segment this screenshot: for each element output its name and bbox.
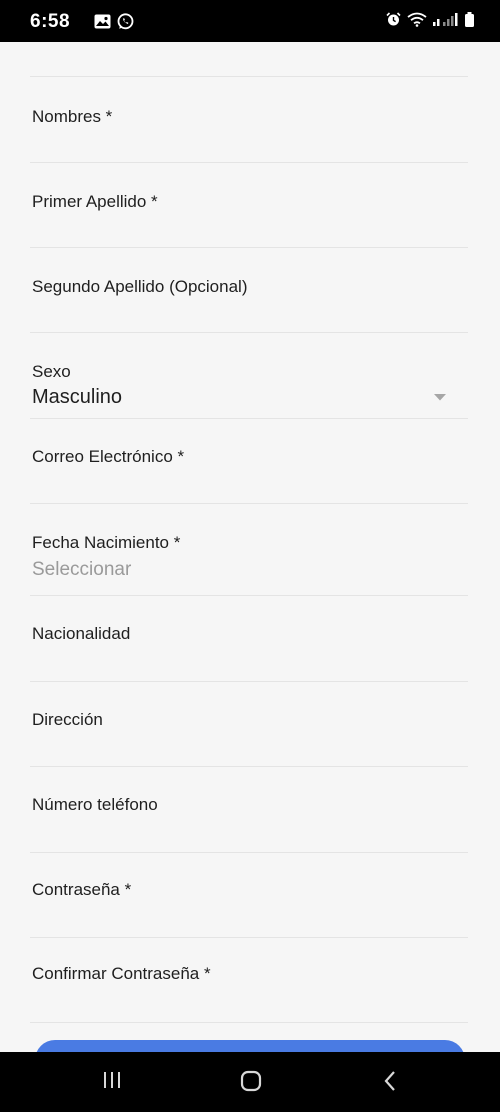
signal-icon bbox=[433, 12, 459, 27]
sexo-value: Masculino bbox=[32, 386, 123, 408]
battery-icon bbox=[465, 12, 474, 27]
numero-telefono-label: Número teléfono bbox=[32, 795, 158, 814]
correo-electronico-field[interactable]: Correo Electrónico * bbox=[30, 419, 468, 504]
sexo-select[interactable]: Sexo Masculino bbox=[30, 333, 468, 419]
segundo-apellido-label: Segundo Apellido (Opcional) bbox=[32, 277, 248, 296]
nacionalidad-field[interactable]: Nacionalidad bbox=[30, 596, 468, 682]
fecha-nacimiento-label: Fecha Nacimiento * bbox=[32, 533, 181, 552]
navigation-bar bbox=[0, 1052, 500, 1112]
chevron-down-icon[interactable] bbox=[434, 388, 446, 406]
gallery-icon bbox=[94, 14, 111, 29]
fecha-nacimiento-field[interactable]: Fecha Nacimiento * Seleccionar bbox=[30, 504, 468, 596]
confirmar-contrasena-field[interactable]: Confirmar Contraseña * bbox=[30, 938, 468, 1023]
recent-apps-icon[interactable] bbox=[102, 1070, 122, 1095]
wifi-icon bbox=[407, 12, 427, 27]
segundo-apellido-field[interactable]: Segundo Apellido (Opcional) bbox=[30, 248, 468, 333]
back-icon[interactable] bbox=[382, 1070, 398, 1097]
sexo-label: Sexo bbox=[32, 362, 71, 381]
contrasena-label: Contraseña * bbox=[32, 880, 132, 899]
confirmar-contrasena-label: Confirmar Contraseña * bbox=[32, 964, 211, 983]
status-bar: 6:58 bbox=[0, 0, 500, 42]
nombres-field[interactable]: Nombres * bbox=[30, 77, 468, 163]
direccion-label: Dirección bbox=[32, 710, 103, 729]
nacionalidad-label: Nacionalidad bbox=[32, 624, 131, 643]
fecha-nacimiento-placeholder: Seleccionar bbox=[32, 559, 132, 580]
alarm-icon bbox=[386, 12, 401, 27]
contrasena-field[interactable]: Contraseña * bbox=[30, 853, 468, 938]
status-right-icons bbox=[386, 12, 474, 27]
registration-form: Nombres * Primer Apellido * Segundo Apel… bbox=[0, 42, 500, 1080]
status-left-icons bbox=[94, 13, 134, 30]
status-time: 6:58 bbox=[30, 11, 71, 32]
primer-apellido-field[interactable]: Primer Apellido * bbox=[30, 163, 468, 248]
primer-apellido-label: Primer Apellido * bbox=[32, 192, 158, 211]
direccion-field[interactable]: Dirección bbox=[30, 682, 468, 767]
nombres-label: Nombres * bbox=[32, 107, 113, 126]
correo-electronico-label: Correo Electrónico * bbox=[32, 447, 185, 466]
home-icon[interactable] bbox=[240, 1070, 262, 1097]
whatsapp-icon bbox=[117, 13, 134, 30]
numero-telefono-field[interactable]: Número teléfono bbox=[30, 767, 468, 853]
